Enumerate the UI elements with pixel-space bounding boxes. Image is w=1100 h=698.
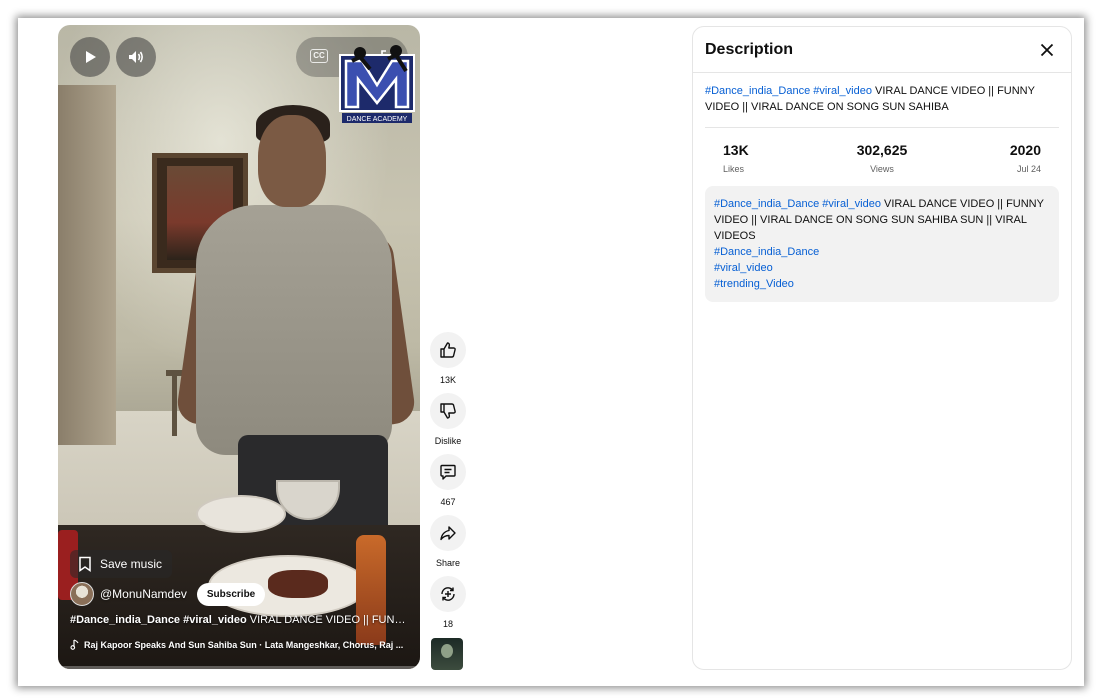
progress-fill (58, 666, 62, 669)
likes-value: 13K (723, 142, 749, 158)
volume-button[interactable] (116, 37, 156, 77)
thumbs-down-icon (440, 403, 456, 419)
hashtag-link[interactable]: #viral_video (822, 198, 881, 210)
comments-button[interactable] (430, 454, 466, 490)
sound-thumbnail[interactable] (431, 638, 463, 670)
action-column: 13K Dislike 467 Share 18 (426, 332, 470, 637)
caption-text: VIRAL DANCE VIDEO || FUNNY ... (249, 614, 410, 626)
close-button[interactable] (1035, 38, 1059, 62)
description-body[interactable]: #Dance_india_Dance #viral_video VIRAL DA… (705, 186, 1059, 302)
date-stat: 2020 Jul 24 (981, 142, 1041, 174)
hashtag-link[interactable]: #Dance_india_Dance (714, 198, 819, 210)
views-value: 302,625 (856, 142, 908, 158)
video-player[interactable]: CC DANCE ACADEMY Save music @MonuNamdev … (58, 25, 420, 669)
dislike-label: Dislike (434, 436, 462, 446)
captions-button[interactable]: CC (310, 49, 328, 63)
channel-name[interactable]: @MonuNamdev (100, 587, 187, 601)
description-panel: Description #Dance_india_Dance #viral_vi… (692, 26, 1072, 670)
share-icon (440, 526, 456, 541)
hashtag-link[interactable]: #viral_video (714, 262, 773, 274)
hashtag-link[interactable]: #Dance_india_Dance (714, 246, 819, 258)
avatar[interactable] (70, 582, 94, 606)
subscribe-button[interactable]: Subscribe (196, 582, 266, 606)
remix-action: 18 (426, 576, 470, 629)
bookmark-icon (79, 556, 91, 572)
share-action: Share (426, 515, 470, 568)
svg-text:DANCE ACADEMY: DANCE ACADEMY (347, 116, 408, 123)
play-icon (86, 51, 96, 63)
panel-header: Description (693, 27, 1071, 73)
likes-label: Likes (723, 164, 745, 174)
remix-count: 18 (442, 619, 453, 629)
save-music-button[interactable]: Save music (70, 550, 173, 578)
channel-row: @MonuNamdev Subscribe (70, 582, 266, 606)
comment-count: 467 (440, 497, 456, 507)
hashtag-link[interactable]: #viral_video (813, 85, 872, 97)
dislike-button[interactable] (430, 393, 466, 429)
play-button[interactable] (70, 37, 110, 77)
music-link[interactable]: Raj Kapoor Speaks And Sun Sahiba Sun · L… (70, 639, 410, 650)
save-music-label: Save music (100, 557, 163, 571)
dance-academy-logo: DANCE ACADEMY (339, 45, 415, 123)
panel-title: Description (705, 40, 794, 58)
comment-action: 467 (426, 454, 470, 507)
hashtag-link[interactable]: #trending_Video (714, 278, 794, 290)
caption-tags: #Dance_india_Dance #viral_video (70, 614, 247, 626)
shorts-viewer: CC DANCE ACADEMY Save music @MonuNamdev … (18, 18, 1084, 686)
like-action: 13K (426, 332, 470, 385)
thumbs-up-icon (440, 342, 456, 358)
dislike-action: Dislike (426, 393, 470, 446)
volume-icon (129, 51, 143, 63)
music-note-icon (70, 639, 79, 650)
views-stat: 302,625 Views (837, 142, 927, 174)
progress-bar[interactable] (58, 666, 420, 669)
like-button[interactable] (430, 332, 466, 368)
hashtag-link[interactable]: #Dance_india_Dance (705, 85, 810, 97)
video-caption[interactable]: #Dance_india_Dance #viral_video VIRAL DA… (70, 614, 410, 626)
comment-icon (440, 464, 456, 480)
remix-button[interactable] (430, 576, 466, 612)
likes-stat: 13K Likes (723, 142, 783, 174)
close-icon (1040, 43, 1054, 56)
like-count: 13K (439, 375, 456, 385)
music-title: Raj Kapoor Speaks And Sun Sahiba Sun · L… (84, 639, 404, 650)
share-label: Share (435, 558, 461, 568)
date-label: Jul 24 (1016, 164, 1041, 174)
stats-row: 13K Likes 302,625 Views 2020 Jul 24 (723, 142, 1041, 174)
share-button[interactable] (430, 515, 466, 551)
remix-icon (441, 587, 455, 601)
video-headline: #Dance_india_Dance #viral_video VIRAL DA… (705, 83, 1059, 128)
year-value: 2020 (1009, 142, 1041, 158)
views-label: Views (870, 164, 894, 174)
